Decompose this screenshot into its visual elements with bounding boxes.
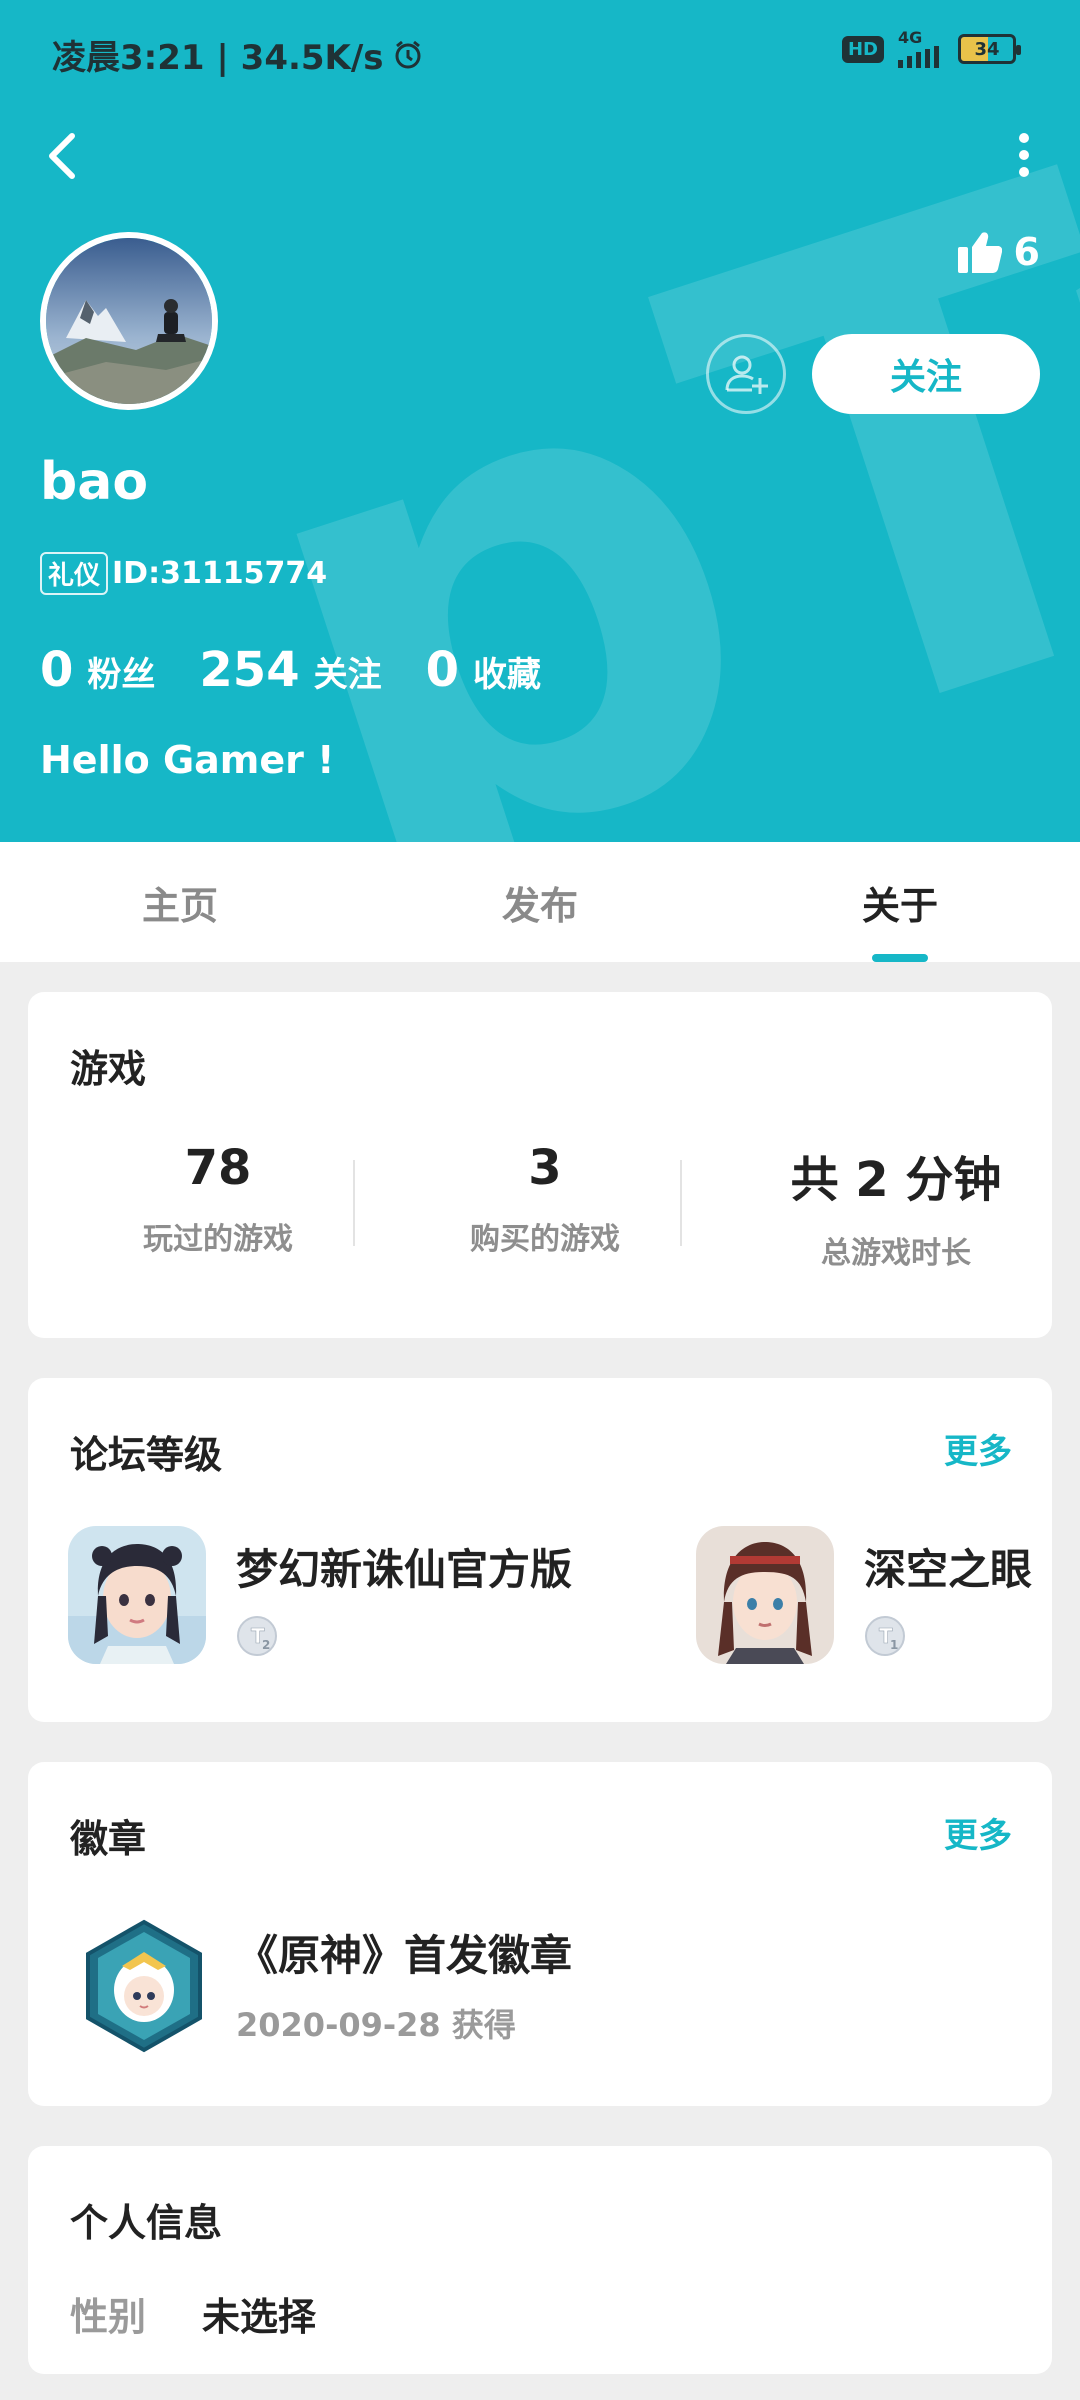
fans-count[interactable]: 0 [40, 642, 73, 698]
gender-label: 性别 [70, 2295, 147, 2339]
user-bio: Hello Gamer ! [40, 738, 335, 782]
alarm-icon [395, 40, 421, 68]
add-friend-button[interactable] [706, 334, 786, 414]
like-count[interactable]: 6 [957, 230, 1040, 274]
status-time-text: 凌晨3:21 | 34.5K/s [52, 38, 384, 78]
purchased-games-stat[interactable]: 3 购买的游戏 [395, 1140, 695, 1258]
level-badge-icon: T 1 [865, 1616, 905, 1656]
profile-stats: 0 粉丝 254 关注 0 收藏 [40, 642, 585, 698]
game-app-icon [696, 1526, 834, 1664]
more-menu-button[interactable] [1004, 130, 1044, 180]
profile-header: pTa 凌晨3:21 | 34.5K/s HD 4G 34 6 关注 bao 礼… [0, 0, 1080, 842]
playtime-label: 总游戏时长 [821, 1236, 971, 1271]
genshin-medal-icon[interactable] [76, 1918, 212, 2054]
svg-text:1: 1 [890, 1638, 898, 1652]
svg-text:pTa: pTa [170, 0, 1080, 842]
follow-button[interactable]: 关注 [812, 334, 1040, 414]
forum-game-name: 梦幻新诛仙官方版 [236, 1545, 573, 1594]
mountain-photo [46, 238, 212, 404]
svg-text:2: 2 [262, 1638, 270, 1652]
forum-item[interactable]: 深空之眼 T 1 [696, 1526, 1032, 1666]
tab-home[interactable]: 主页 [0, 842, 360, 962]
tab-posts[interactable]: 发布 [360, 842, 720, 962]
games-card-title: 游戏 [70, 1047, 147, 1091]
more-vertical-icon [1019, 133, 1029, 177]
user-id-row: 礼仪 ID:31115774 [40, 552, 327, 595]
purchased-games-label: 购买的游戏 [470, 1222, 620, 1257]
girl-portrait-icon [68, 1526, 206, 1664]
played-games-label: 玩过的游戏 [143, 1222, 293, 1257]
forum-game-name: 深空之眼 [864, 1545, 1033, 1594]
signal-icon [898, 46, 939, 68]
hd-badge: HD [841, 35, 884, 63]
badge-card-title: 徽章 [70, 1817, 147, 1861]
favorites-label[interactable]: 收藏 [473, 647, 541, 696]
thumbs-up-icon [957, 232, 1002, 273]
profile-tabs: 主页 发布 关于 [0, 842, 1080, 962]
back-button[interactable] [38, 126, 90, 186]
network-type: 4G [898, 30, 944, 68]
battery-icon: 34 [958, 34, 1021, 64]
favorites-count[interactable]: 0 [426, 642, 459, 698]
forum-card-title: 论坛等级 [70, 1433, 223, 1477]
forum-more-link[interactable]: 更多 [944, 1424, 1012, 1473]
info-card-title: 个人信息 [70, 2201, 223, 2245]
badge-more-link[interactable]: 更多 [944, 1808, 1012, 1857]
forum-item[interactable]: 梦幻新诛仙官方版 T 2 [68, 1526, 572, 1666]
like-count-value: 6 [1013, 230, 1040, 274]
medal-date: 2020-09-28 获得 [236, 2006, 516, 2044]
status-time: 凌晨3:21 | 34.5K/s [52, 30, 424, 79]
divider [680, 1160, 682, 1246]
playtime-value: 共 2 分钟 [790, 1152, 1002, 1208]
username: bao [40, 452, 149, 512]
following-count[interactable]: 254 [199, 642, 299, 698]
game-app-icon [68, 1526, 206, 1664]
played-games-stat[interactable]: 78 玩过的游戏 [68, 1140, 368, 1258]
gender-row: 性别 未选择 [70, 2286, 316, 2341]
user-plus-icon [725, 355, 768, 394]
brand-watermark: pTa [170, 0, 1080, 842]
following-label[interactable]: 关注 [314, 647, 382, 696]
medal-title: 《原神》首发徽章 [236, 1931, 573, 1980]
gender-value: 未选择 [202, 2295, 317, 2339]
games-card: 游戏 78 玩过的游戏 3 购买的游戏 共 2 分钟 总游戏时长 [28, 992, 1052, 1338]
personal-info-card: 个人信息 性别 未选择 [28, 2146, 1052, 2374]
purchased-games-count: 3 [528, 1140, 562, 1196]
forum-level-card: 论坛等级 更多 梦幻新诛仙官方版 T 2 深空之眼 T 1 [28, 1378, 1052, 1722]
level-badge-icon: T 2 [237, 1616, 277, 1656]
badge-card: 徽章 更多 《原神》首发徽章 2020-09-28 获得 [28, 1762, 1052, 2106]
playtime-stat[interactable]: 共 2 分钟 总游戏时长 [746, 1140, 1046, 1272]
character-portrait-icon [696, 1526, 834, 1664]
chevron-left-icon [49, 133, 75, 179]
played-games-count: 78 [184, 1140, 252, 1196]
status-icons: HD 4G 34 [841, 30, 1021, 68]
avatar[interactable] [40, 232, 218, 410]
tab-about[interactable]: 关于 [720, 842, 1080, 962]
user-id: ID:31115774 [112, 556, 328, 591]
title-badge[interactable]: 礼仪 [40, 552, 109, 595]
divider [353, 1160, 355, 1246]
fans-label[interactable]: 粉丝 [87, 647, 155, 696]
status-bar: 凌晨3:21 | 34.5K/s HD 4G 34 [0, 0, 1080, 104]
